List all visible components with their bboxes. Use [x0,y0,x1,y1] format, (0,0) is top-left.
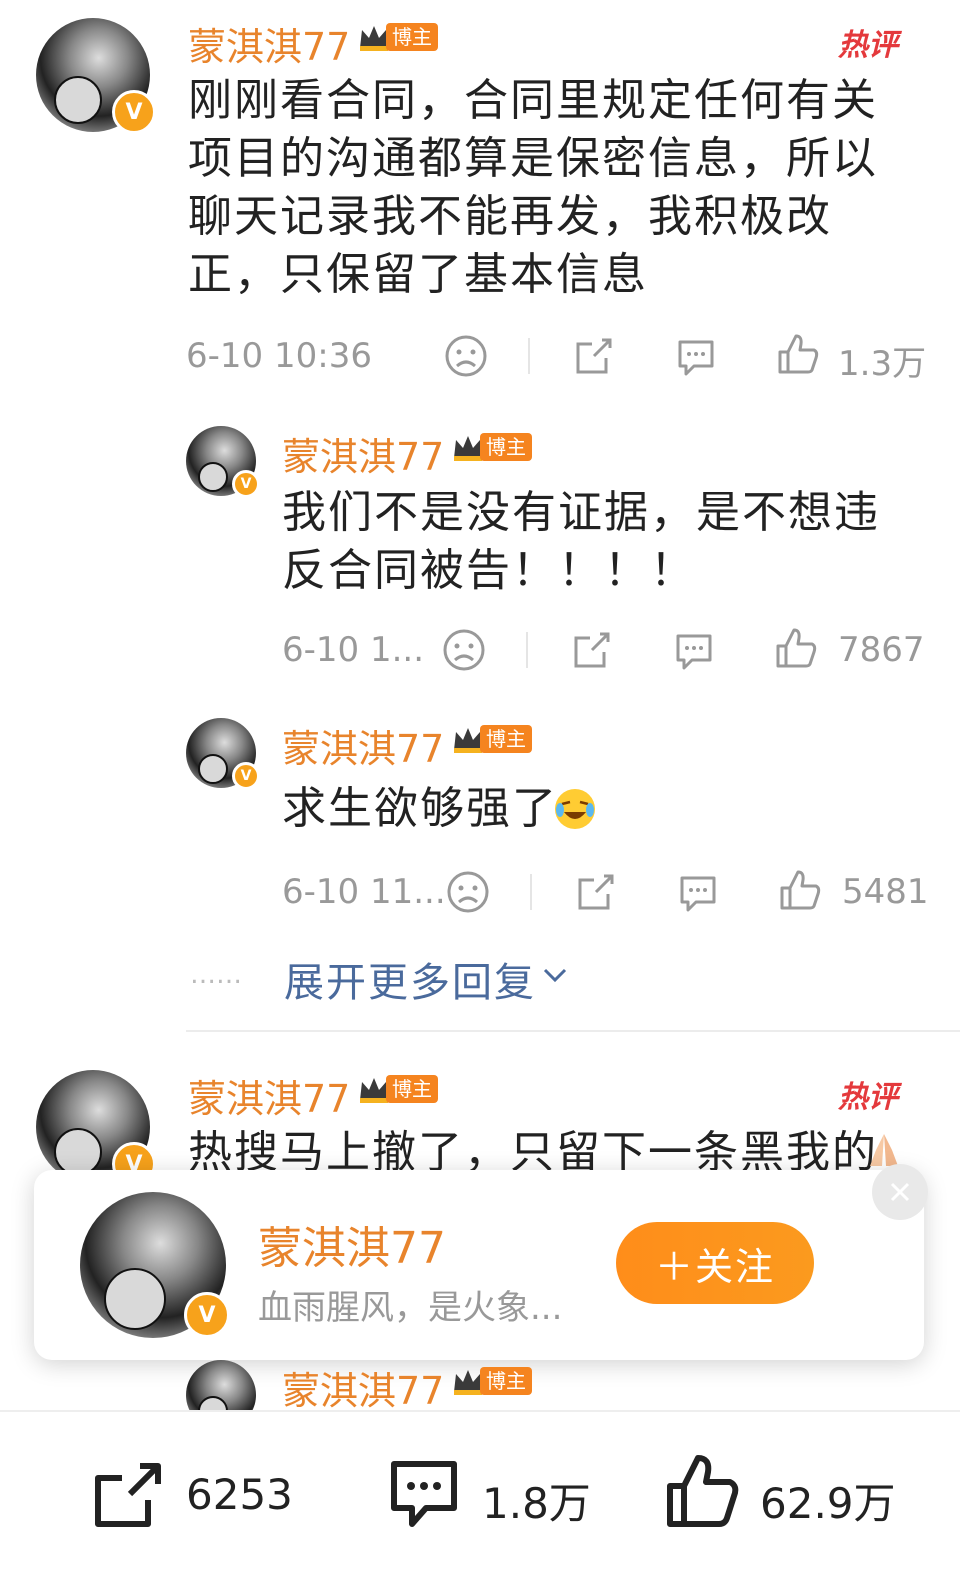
comment-time: 6-10 10:36 [186,336,372,376]
role-tag: 博主 [386,1075,438,1103]
blogger-badge: 博主 [358,1074,438,1104]
share-icon[interactable] [574,870,618,914]
comment-text: 刚刚看合同，合同里规定任何有关项目的沟通都算是保密信息，所以聊天记录我不能再发，… [188,75,878,300]
divider [530,874,532,910]
like-count: 1.3万 [838,344,927,384]
like-icon[interactable] [664,1452,742,1530]
repost-count[interactable]: 6253 [186,1470,293,1519]
comment-icon[interactable] [672,628,716,672]
username[interactable]: 蒙淇淇77 [282,1360,444,1415]
reply-time: 6-10 11... [282,872,446,912]
verified-icon: V [232,470,260,498]
dislike-face-icon[interactable] [444,334,488,378]
username[interactable]: 蒙淇淇77 [282,718,444,773]
like-count: 5481 [842,872,929,912]
like-icon[interactable] [774,626,818,670]
avatar[interactable]: V [186,718,260,790]
popup-name[interactable]: 蒙淇淇77 [258,1212,446,1276]
username[interactable]: 蒙淇淇77 [188,16,350,71]
comment-icon[interactable] [386,1456,462,1532]
divider [528,338,530,374]
username[interactable]: 蒙淇淇77 [282,426,444,481]
comment-separator [186,1030,960,1032]
chevron-down-icon[interactable] [540,962,570,986]
like-count: 7867 [838,630,925,670]
avatar[interactable]: V [186,426,260,498]
role-tag: 博主 [480,725,532,753]
share-icon[interactable] [572,334,616,378]
expand-more-replies-link[interactable]: 展开更多回复 [284,950,536,1008]
close-button[interactable] [872,1164,928,1220]
avatar[interactable]: V [36,1070,156,1186]
dislike-face-icon[interactable] [442,628,486,672]
hot-comment-label: 热评 [838,1080,898,1115]
reply-time: 6-10 1... [282,630,425,670]
bottom-action-bar: 6253 1.8万 62.9万 [0,1410,960,1573]
like-icon[interactable] [778,868,822,912]
laugh-cry-emoji-icon [555,789,595,829]
follow-button[interactable]: ＋关注 [616,1222,814,1304]
comment-count[interactable]: 1.8万 [482,1470,591,1531]
share-icon[interactable] [570,628,614,672]
verified-icon: V [232,762,260,790]
like-icon[interactable] [776,332,820,376]
verified-icon: V [112,90,156,134]
popup-bio: 血雨腥风，是火象... [258,1288,563,1328]
blogger-badge: 博主 [452,432,532,462]
role-tag: 博主 [386,23,438,51]
avatar[interactable]: V [36,18,156,134]
blogger-badge: 博主 [452,724,532,754]
role-tag: 博主 [480,433,532,461]
hot-comment-label: 热评 [838,28,898,63]
popup-avatar[interactable]: V [80,1192,230,1338]
close-icon [890,1182,910,1202]
blogger-badge: 博主 [358,22,438,52]
role-tag: 博主 [480,1367,532,1395]
expand-dots: …… [190,960,242,990]
username[interactable]: 蒙淇淇77 [188,1068,350,1123]
verified-icon: V [184,1292,230,1338]
divider [526,632,528,668]
repost-icon[interactable] [90,1460,166,1530]
dislike-face-icon[interactable] [446,870,490,914]
blogger-badge: 博主 [452,1366,532,1396]
reply-text: 我们不是没有证据，是不想违反合同被告！！！！ [282,487,880,596]
like-count[interactable]: 62.9万 [760,1470,896,1531]
reply-text: 求生欲够强了 [282,783,558,834]
comment-icon[interactable] [676,870,720,914]
comment-icon[interactable] [674,334,718,378]
